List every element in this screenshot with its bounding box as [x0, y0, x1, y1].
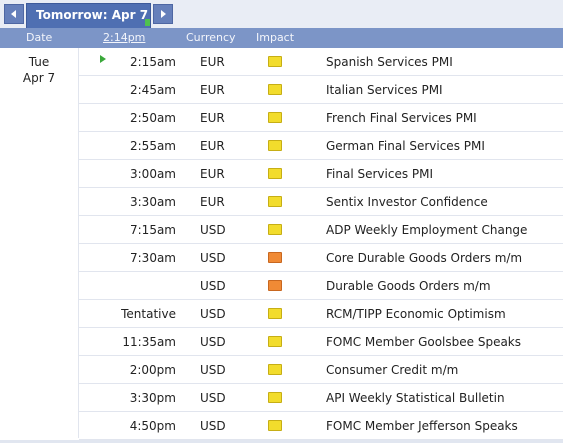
event-time: 2:55am — [130, 139, 176, 153]
day-of-week: Tue — [28, 55, 50, 69]
event-row[interactable]: 3:00am EUR Final Services PMI — [79, 160, 563, 188]
event-title: Final Services PMI — [326, 167, 434, 181]
event-currency: EUR — [200, 139, 225, 153]
event-title: ADP Weekly Employment Change — [326, 223, 528, 237]
event-currency: EUR — [200, 195, 225, 209]
event-row[interactable]: 2:00pm USD Consumer Credit m/m — [79, 356, 563, 384]
event-row[interactable]: 3:30am EUR Sentix Investor Confidence — [79, 188, 563, 216]
event-currency: USD — [200, 391, 226, 405]
low-impact-folder-icon — [268, 140, 282, 151]
event-time: 2:50am — [130, 111, 176, 125]
previous-day-button[interactable] — [4, 4, 24, 24]
low-impact-folder-icon — [268, 392, 282, 403]
low-impact-folder-icon — [268, 84, 282, 95]
event-currency: USD — [200, 335, 226, 349]
arrow-left-icon — [11, 10, 16, 18]
event-currency: USD — [200, 307, 226, 321]
event-time: 4:50pm — [129, 419, 176, 433]
event-currency: EUR — [200, 83, 225, 97]
day-date: Apr 7 — [22, 71, 56, 85]
event-time: 2:15am — [130, 55, 176, 69]
low-impact-folder-icon — [268, 364, 282, 375]
event-currency: EUR — [200, 111, 225, 125]
event-currency: USD — [200, 251, 226, 265]
event-time: 3:30am — [130, 195, 176, 209]
low-impact-folder-icon — [268, 308, 282, 319]
event-row[interactable]: 4:50pm USD FOMC Member Jefferson Speaks — [79, 412, 563, 440]
column-time[interactable]: 2:14pm — [103, 31, 145, 44]
next-day-button[interactable] — [153, 4, 173, 24]
event-row[interactable]: Tentative USD RCM/TIPP Economic Optimism — [79, 300, 563, 328]
event-title: German Final Services PMI — [326, 139, 485, 153]
arrow-right-icon — [161, 10, 166, 18]
event-title: Spanish Services PMI — [326, 55, 453, 69]
event-row[interactable]: 7:15am USD ADP Weekly Employment Change — [79, 216, 563, 244]
event-time: 2:00pm — [129, 363, 176, 377]
column-date: Date — [26, 31, 53, 44]
event-currency: USD — [200, 279, 226, 293]
event-title: Sentix Investor Confidence — [326, 195, 488, 209]
tab-tomorrow[interactable]: Tomorrow: Apr 7 — [26, 3, 151, 28]
event-time: 7:15am — [130, 223, 176, 237]
event-row[interactable]: 2:45am EUR Italian Services PMI — [79, 76, 563, 104]
event-currency: USD — [200, 419, 226, 433]
event-row[interactable]: 2:55am EUR German Final Services PMI — [79, 132, 563, 160]
low-impact-folder-icon — [268, 168, 282, 179]
low-impact-folder-icon — [268, 336, 282, 347]
event-currency: USD — [200, 363, 226, 377]
date-cell: Tue Apr 7 — [0, 48, 79, 438]
event-row[interactable]: USD Durable Goods Orders m/m — [79, 272, 563, 300]
event-row[interactable]: 2:15am EUR Spanish Services PMI — [79, 48, 563, 76]
tab-marker-icon — [145, 19, 150, 26]
event-row[interactable]: 3:30pm USD API Weekly Statistical Bulletin — [79, 384, 563, 412]
event-time: 3:30pm — [129, 391, 176, 405]
column-currency: Currency — [186, 31, 236, 44]
event-title: Durable Goods Orders m/m — [326, 279, 491, 293]
event-currency: EUR — [200, 167, 225, 181]
medium-impact-folder-icon — [268, 252, 282, 263]
event-row[interactable]: 2:50am EUR French Final Services PMI — [79, 104, 563, 132]
low-impact-folder-icon — [268, 56, 282, 67]
low-impact-folder-icon — [268, 224, 282, 235]
event-list: 2:15am EUR Spanish Services PMI 2:45am EUR It… — [79, 48, 563, 440]
tab-bar: Tomorrow: Apr 7 — [0, 0, 563, 29]
column-impact: Impact — [256, 31, 295, 44]
event-title: API Weekly Statistical Bulletin — [326, 391, 505, 405]
column-header: Date 2:14pm Currency Impact — [0, 28, 563, 48]
low-impact-folder-icon — [268, 112, 282, 123]
event-title: FOMC Member Jefferson Speaks — [326, 419, 518, 433]
event-title: Italian Services PMI — [326, 83, 443, 97]
event-time: 7:30am — [130, 251, 176, 265]
event-title: French Final Services PMI — [326, 111, 477, 125]
event-title: Consumer Credit m/m — [326, 363, 459, 377]
event-title: Core Durable Goods Orders m/m — [326, 251, 523, 265]
event-currency: USD — [200, 223, 226, 237]
event-time: 11:35am — [122, 335, 176, 349]
event-time: Tentative — [121, 307, 176, 321]
event-row[interactable]: 7:30am USD Core Durable Goods Orders m/m — [79, 244, 563, 272]
event-title: FOMC Member Goolsbee Speaks — [326, 335, 522, 349]
event-time: 3:00am — [130, 167, 176, 181]
event-time: 2:45am — [130, 83, 176, 97]
medium-impact-folder-icon — [268, 280, 282, 291]
event-currency: EUR — [200, 55, 225, 69]
event-row[interactable]: 11:35am USD FOMC Member Goolsbee Speaks — [79, 328, 563, 356]
low-impact-folder-icon — [268, 420, 282, 431]
low-impact-folder-icon — [268, 196, 282, 207]
event-title: RCM/TIPP Economic Optimism — [326, 307, 506, 321]
